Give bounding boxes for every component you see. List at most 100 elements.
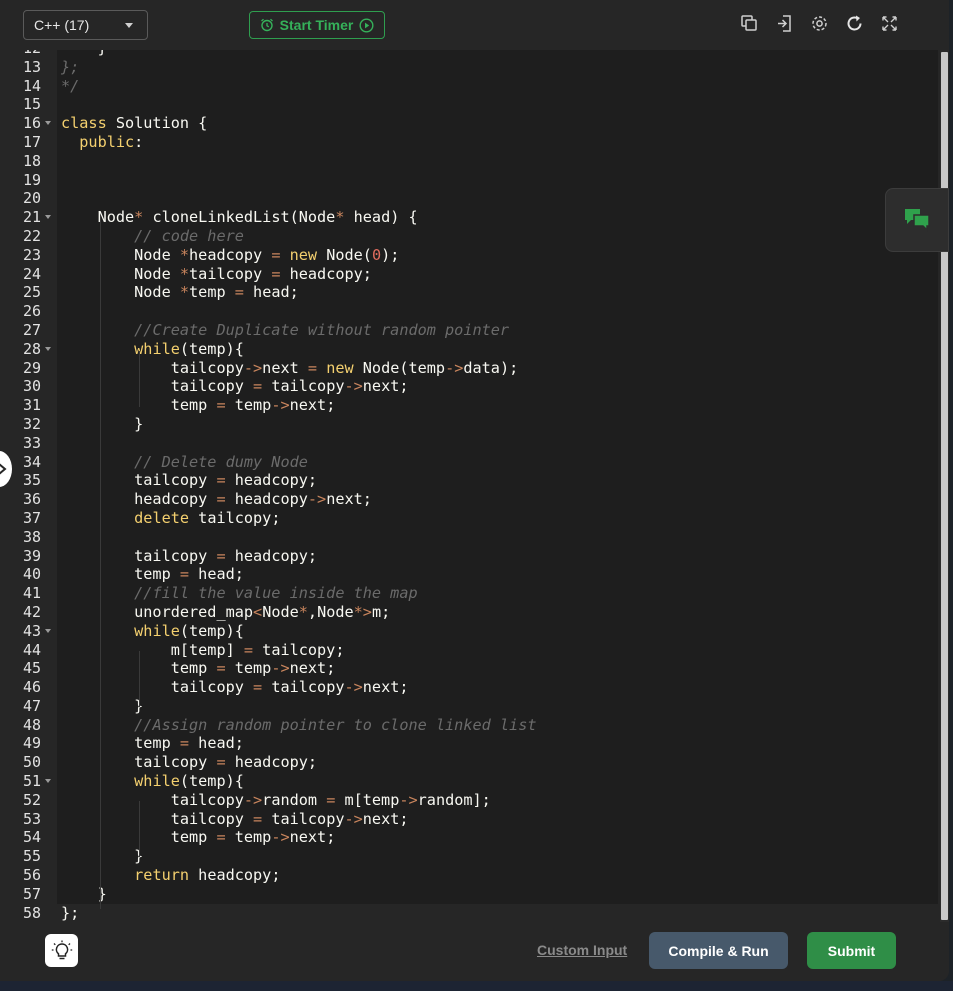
fold-toggle-icon[interactable] bbox=[45, 628, 51, 633]
fold-toggle-icon[interactable] bbox=[45, 121, 51, 126]
code-line[interactable]: 47 } bbox=[0, 697, 938, 716]
scrollbar-thumb[interactable] bbox=[941, 52, 948, 920]
code-text: while(temp){ bbox=[61, 622, 244, 641]
code-line[interactable]: 40 temp = head; bbox=[0, 565, 938, 584]
code-line[interactable]: 29 tailcopy->next = new Node(temp->data)… bbox=[0, 359, 938, 378]
code-line[interactable]: 24 Node *tailcopy = headcopy; bbox=[0, 265, 938, 284]
code-token: * bbox=[335, 208, 345, 227]
code-token: tailcopy bbox=[262, 377, 345, 396]
code-line[interactable]: 25 Node *temp = head; bbox=[0, 283, 938, 302]
code-line[interactable]: 30 tailcopy = tailcopy->next; bbox=[0, 377, 938, 396]
code-token: next; bbox=[326, 490, 372, 509]
code-line[interactable]: 56 return headcopy; bbox=[0, 866, 938, 885]
code-token: -> bbox=[243, 358, 263, 377]
code-token: headcopy; bbox=[225, 471, 318, 490]
code-text: temp = head; bbox=[61, 734, 244, 753]
code-line[interactable]: 57 } bbox=[0, 885, 938, 904]
code-line[interactable]: 15 bbox=[0, 95, 938, 114]
code-line[interactable]: 19 bbox=[0, 171, 938, 190]
code-line[interactable]: 41 //fill the value inside the map bbox=[0, 584, 938, 603]
code-line[interactable]: 50 tailcopy = headcopy; bbox=[0, 753, 938, 772]
code-line[interactable]: 53 tailcopy = tailcopy->next; bbox=[0, 810, 938, 829]
code-token: head; bbox=[189, 734, 244, 753]
code-line[interactable]: 12 } bbox=[0, 50, 938, 58]
code-token: = bbox=[253, 377, 263, 396]
code-token: }; bbox=[61, 57, 80, 76]
code-line[interactable]: 43 while(temp){ bbox=[0, 622, 938, 641]
code-text: class Solution { bbox=[61, 114, 207, 133]
code-token: */ bbox=[61, 76, 80, 95]
start-timer-button[interactable]: Start Timer bbox=[249, 11, 385, 39]
code-line[interactable]: 55 } bbox=[0, 847, 938, 866]
code-line[interactable]: 22 // code here bbox=[0, 227, 938, 246]
code-text: tailcopy = tailcopy->next; bbox=[61, 377, 409, 396]
line-number: 43 bbox=[22, 621, 41, 640]
copy-icon[interactable] bbox=[740, 14, 759, 33]
code-line[interactable]: 36 headcopy = headcopy->next; bbox=[0, 490, 938, 509]
code-line[interactable]: 18 bbox=[0, 152, 938, 171]
code-line[interactable]: 45 temp = temp->next; bbox=[0, 659, 938, 678]
code-token: < bbox=[253, 602, 263, 621]
reset-icon[interactable] bbox=[845, 14, 864, 33]
language-select[interactable]: C++ (17) bbox=[23, 10, 148, 40]
code-token: Node bbox=[61, 208, 135, 227]
code-line[interactable]: 35 tailcopy = headcopy; bbox=[0, 471, 938, 490]
code-line[interactable]: 31 temp = temp->next; bbox=[0, 396, 938, 415]
code-line[interactable]: 13}; bbox=[0, 58, 938, 77]
code-line[interactable]: 23 Node *headcopy = new Node(0); bbox=[0, 246, 938, 265]
code-line[interactable]: 27 //Create Duplicate without random poi… bbox=[0, 321, 938, 340]
indent-guide bbox=[100, 220, 101, 909]
code-line[interactable]: 49 temp = head; bbox=[0, 734, 938, 753]
code-line[interactable]: 51 while(temp){ bbox=[0, 772, 938, 791]
code-token: tailcopy bbox=[61, 377, 254, 396]
code-line[interactable]: 38 bbox=[0, 528, 938, 547]
code-line[interactable]: 52 tailcopy->random = m[temp->random]; bbox=[0, 791, 938, 810]
code-line[interactable]: 42 unordered_map<Node*,Node*>m; bbox=[0, 603, 938, 622]
line-number: 13 bbox=[22, 57, 41, 76]
fold-toggle-icon[interactable] bbox=[45, 215, 51, 220]
code-line[interactable]: 54 temp = temp->next; bbox=[0, 828, 938, 847]
line-number: 36 bbox=[22, 490, 41, 509]
window-bottom-edge bbox=[0, 981, 953, 991]
line-number: 54 bbox=[22, 828, 41, 847]
code-line[interactable]: 46 tailcopy = tailcopy->next; bbox=[0, 678, 938, 697]
code-text: Node *temp = head; bbox=[61, 283, 299, 302]
code-token: tailcopy bbox=[61, 790, 244, 809]
fold-toggle-icon[interactable] bbox=[45, 779, 51, 784]
compile-run-button[interactable]: Compile & Run bbox=[649, 932, 788, 969]
code-token: head; bbox=[243, 283, 299, 302]
line-number: 57 bbox=[22, 884, 41, 903]
custom-input-link[interactable]: Custom Input bbox=[537, 942, 627, 958]
code-line[interactable]: 44 m[temp] = tailcopy; bbox=[0, 641, 938, 660]
code-line[interactable]: 32 } bbox=[0, 415, 938, 434]
code-line[interactable]: 16 class Solution { bbox=[0, 114, 938, 133]
code-token: (temp){ bbox=[179, 339, 244, 358]
code-line[interactable]: 33 bbox=[0, 434, 938, 453]
line-number: 40 bbox=[22, 565, 41, 584]
code-text: //Assign random pointer to clone linked … bbox=[61, 716, 536, 735]
chat-button[interactable] bbox=[885, 188, 949, 252]
code-text: temp = head; bbox=[61, 565, 244, 584]
code-line[interactable]: 28 while(temp){ bbox=[0, 340, 938, 359]
code-line[interactable]: 26 bbox=[0, 302, 938, 321]
fold-toggle-icon[interactable] bbox=[45, 346, 51, 351]
fullscreen-icon[interactable] bbox=[880, 14, 899, 33]
code-line[interactable]: 48 //Assign random pointer to clone link… bbox=[0, 716, 938, 735]
code-line[interactable]: 20 bbox=[0, 189, 938, 208]
submit-button[interactable]: Submit bbox=[807, 932, 896, 969]
code-line[interactable]: 34 // Delete dumy Node bbox=[0, 453, 938, 472]
code-token: Node bbox=[61, 283, 180, 302]
code-line[interactable]: 39 tailcopy = headcopy; bbox=[0, 547, 938, 566]
code-line[interactable]: 37 delete tailcopy; bbox=[0, 509, 938, 528]
exit-fullscreen-icon[interactable] bbox=[775, 14, 794, 33]
code-line[interactable]: 58}; bbox=[0, 903, 938, 922]
code-line[interactable]: 17 public: bbox=[0, 133, 938, 152]
code-token: tailcopy bbox=[262, 678, 345, 697]
code-line[interactable]: 14 */ bbox=[0, 77, 938, 96]
code-line[interactable]: 21 Node* cloneLinkedList(Node* head) { bbox=[0, 208, 938, 227]
code-token: next; bbox=[289, 828, 336, 847]
line-number: 37 bbox=[22, 508, 41, 527]
settings-icon[interactable] bbox=[810, 14, 829, 33]
code-editor[interactable]: 12 }13};14*/1516class Solution {17 publi… bbox=[0, 50, 938, 922]
hint-button[interactable] bbox=[45, 934, 78, 967]
